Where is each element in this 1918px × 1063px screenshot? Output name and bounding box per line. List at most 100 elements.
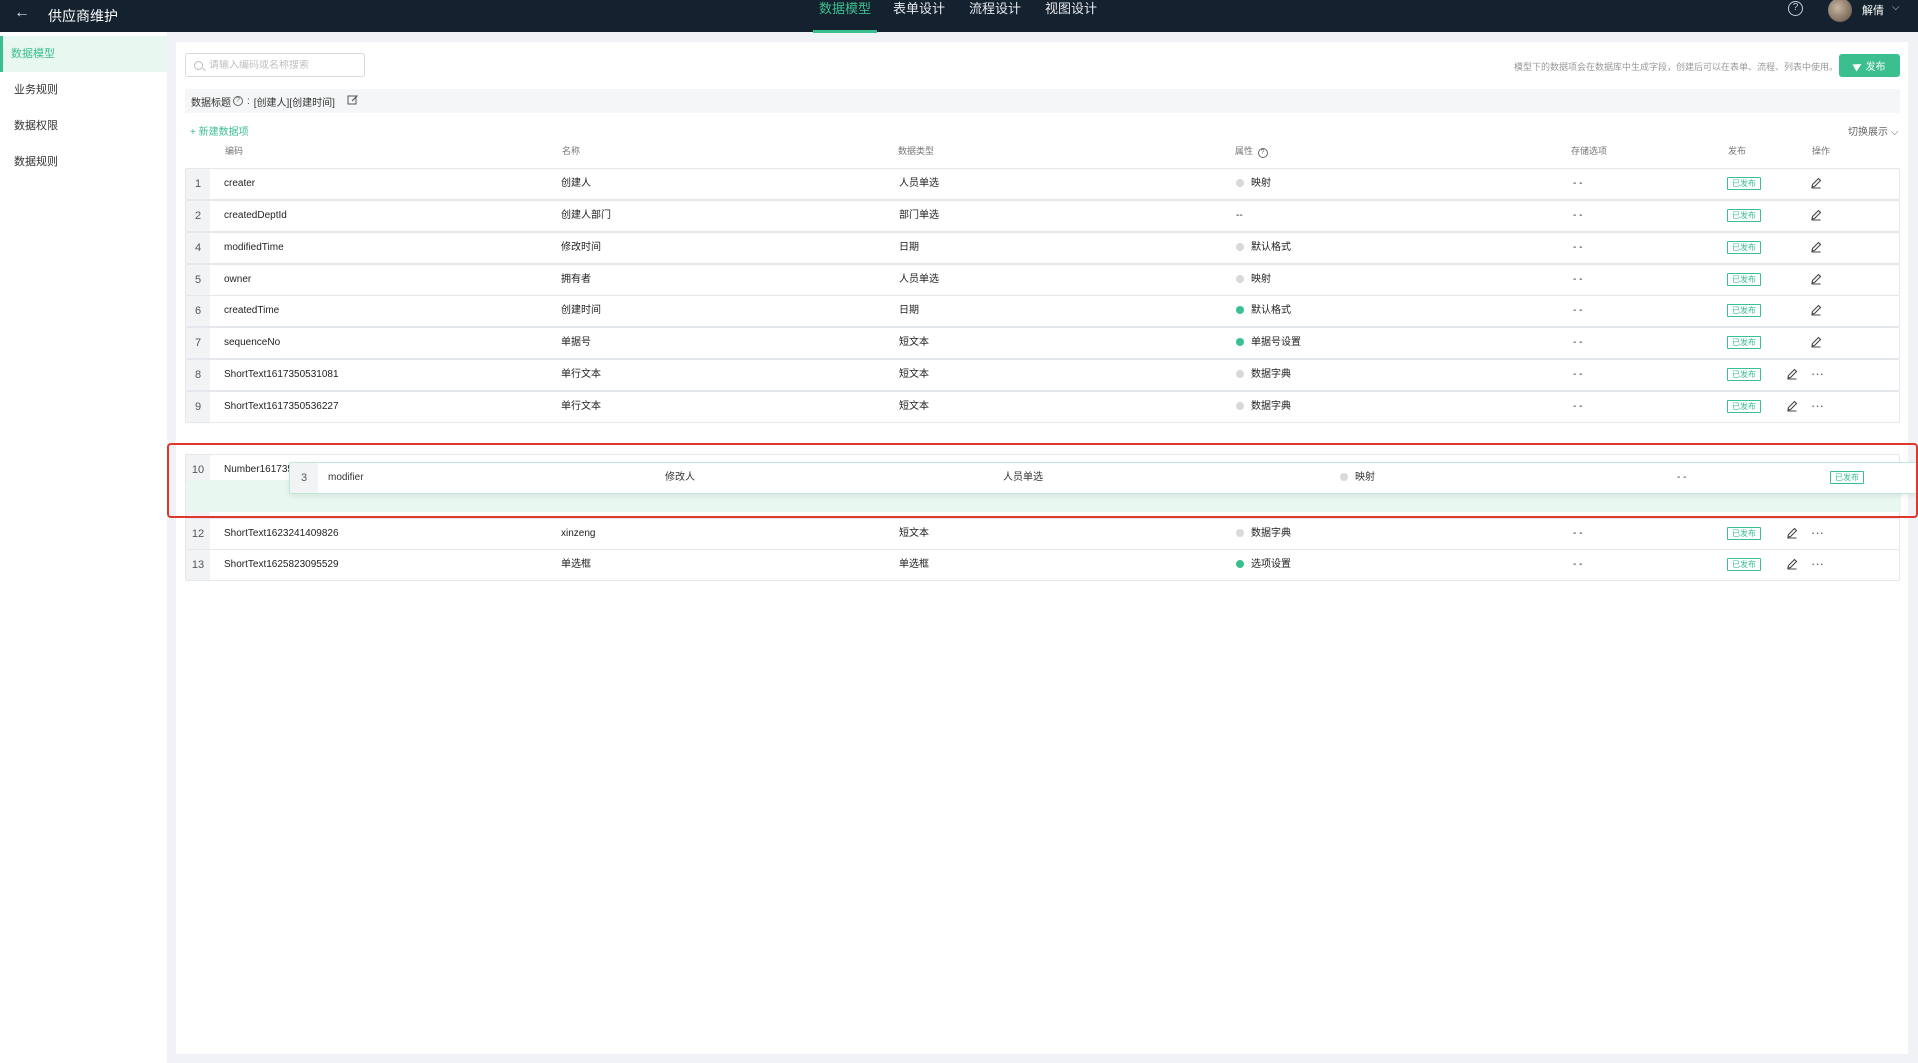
- data-title-label: 数据标题: [191, 97, 231, 109]
- row-code: owner: [224, 274, 252, 285]
- tab-view-design[interactable]: 视图设计: [1033, 1, 1109, 33]
- status-badge: 已发布: [1727, 335, 1761, 349]
- row-storage: - -: [1573, 528, 1583, 539]
- table-row[interactable]: 5 owner 拥有者 人员单选 映射 - - 已发布: [185, 264, 1900, 296]
- more-icon[interactable]: ···: [1811, 519, 1824, 547]
- row-storage: - -: [1573, 210, 1583, 221]
- tab-data-model[interactable]: 数据模型: [809, 1, 881, 33]
- status-dot: [1236, 243, 1244, 251]
- more-icon[interactable]: ···: [1811, 550, 1824, 578]
- sidebar: 数据模型 业务规则 数据权限 数据规则: [0, 32, 167, 1063]
- data-title-value: [创建人][创建时间]: [253, 97, 335, 109]
- row-storage: - -: [1573, 242, 1583, 253]
- tab-flow-design[interactable]: 流程设计: [957, 1, 1033, 33]
- row-code: ShortText1617350531081: [224, 369, 339, 380]
- help-icon[interactable]: ?: [1257, 148, 1268, 158]
- edit-icon[interactable]: [347, 94, 359, 109]
- row-name: 单选框: [561, 559, 591, 570]
- status-badge: 已发布: [1727, 557, 1761, 571]
- edit-icon[interactable]: [1810, 241, 1822, 253]
- data-title-colon: :: [247, 95, 250, 107]
- tab-form-design[interactable]: 表单设计: [881, 1, 957, 33]
- table-row[interactable]: 2 createdDeptId 创建人部门 部门单选 -- - - 已发布: [185, 200, 1900, 232]
- table-row[interactable]: 4 modifiedTime 修改时间 日期 默认格式 - - 已发布: [185, 232, 1900, 264]
- status-dot: [1236, 529, 1244, 537]
- username[interactable]: 解倩: [1862, 2, 1884, 18]
- edit-icon[interactable]: [1786, 368, 1798, 380]
- status-badge: 已发布: [1727, 176, 1761, 190]
- row-index: 4: [186, 233, 210, 263]
- row-index: 2: [186, 201, 210, 231]
- table-row[interactable]: 12 ShortText1623241409826 xinzeng 短文本 数据字典 - …: [185, 518, 1900, 550]
- table-row[interactable]: 1 creater 创建人 人员单选 映射 - - 已发布: [185, 168, 1900, 200]
- data-title-bar: 数据标题 ? : [创建人][创建时间]: [185, 89, 1900, 113]
- switch-view-dropdown[interactable]: 切换展示 ⌵: [1848, 123, 1898, 138]
- table-header: 编码 名称 数据类型 属性 ? 存储选项 发布 操作: [185, 144, 1900, 158]
- row-code: createdTime: [224, 305, 280, 316]
- chevron-down-icon[interactable]: ⌵: [1892, 2, 1900, 13]
- status-dot: [1236, 338, 1244, 346]
- row-name: 单行文本: [561, 401, 601, 412]
- status-dot: [1236, 275, 1244, 283]
- status-dot: [1236, 402, 1244, 410]
- row-storage: - -: [1573, 274, 1583, 285]
- more-icon[interactable]: ···: [1811, 360, 1824, 388]
- table-row[interactable]: 7 sequenceNo 单据号 短文本 单据号设置 - - 已发布: [185, 327, 1900, 359]
- edit-icon[interactable]: [1810, 209, 1822, 221]
- row-storage: - -: [1573, 337, 1583, 348]
- row-code: ShortText1625823095529: [224, 559, 339, 570]
- row-code: ShortText1623241409826: [224, 528, 339, 539]
- row-type: 单选框: [899, 559, 929, 570]
- sidebar-item-data-permission[interactable]: 数据权限: [0, 108, 167, 144]
- header-ops: 操作: [1812, 146, 1831, 156]
- new-data-item-button[interactable]: + 新建数据项: [190, 123, 249, 138]
- header-name: 名称: [562, 146, 581, 156]
- edit-icon[interactable]: [1810, 336, 1822, 348]
- row-publish: 已发布: [1727, 169, 1761, 199]
- sidebar-item-business-rules[interactable]: 业务规则: [0, 72, 167, 108]
- status-dot: [1236, 370, 1244, 378]
- row-publish: 已发布: [1727, 360, 1761, 390]
- row-attr: 单据号设置: [1236, 328, 1301, 358]
- help-icon[interactable]: ?: [233, 96, 243, 106]
- status-dot: [1236, 306, 1244, 314]
- row-attr: 选项设置: [1236, 550, 1291, 580]
- row-attr: 数据字典: [1236, 360, 1291, 390]
- edit-icon[interactable]: [1810, 304, 1822, 316]
- publish-button[interactable]: 发布: [1839, 54, 1900, 77]
- edit-icon[interactable]: [1786, 400, 1798, 412]
- table-row[interactable]: 8 ShortText1617350531081 单行文本 短文本 数据字典 - - 已发布…: [185, 359, 1900, 391]
- row-publish: 已发布: [1727, 519, 1761, 549]
- row-storage: - -: [1573, 401, 1583, 412]
- status-dot: [1236, 560, 1244, 568]
- row-publish: 已发布: [1727, 550, 1761, 580]
- table-row[interactable]: 6 createdTime 创建时间 日期 默认格式 - - 已发布: [185, 295, 1900, 327]
- edit-icon[interactable]: [1810, 177, 1822, 189]
- search-icon: [194, 60, 203, 70]
- more-icon[interactable]: ···: [1811, 392, 1824, 420]
- row-attr: 数据字典: [1236, 392, 1291, 422]
- row-attr: --: [1236, 210, 1243, 221]
- top-nav: 数据模型 表单设计 流程设计 视图设计: [0, 0, 1918, 33]
- status-badge: 已发布: [1727, 303, 1761, 317]
- edit-icon[interactable]: [1810, 273, 1822, 285]
- sidebar-item-data-model[interactable]: 数据模型: [0, 36, 167, 72]
- search-input[interactable]: [209, 59, 359, 71]
- row-index: 1: [186, 169, 210, 199]
- help-icon[interactable]: ?: [1788, 1, 1803, 16]
- row-attr: 映射: [1236, 169, 1271, 199]
- row-code: sequenceNo: [224, 337, 281, 348]
- status-dot: [1236, 179, 1244, 187]
- row-type: 短文本: [899, 337, 929, 348]
- row-name: 修改时间: [561, 242, 601, 253]
- status-badge: 已发布: [1727, 240, 1761, 254]
- row-index: 5: [186, 265, 210, 295]
- sidebar-item-data-rules[interactable]: 数据规则: [0, 144, 167, 180]
- edit-icon[interactable]: [1786, 527, 1798, 539]
- row-index: 6: [186, 296, 210, 326]
- header-code: 编码: [225, 146, 244, 156]
- table-row[interactable]: 9 ShortText1617350536227 单行文本 短文本 数据字典 - - 已发布…: [185, 391, 1900, 423]
- table-row[interactable]: 13 ShortText1625823095529 单选框 单选框 选项设置 - - 已发布…: [185, 549, 1900, 581]
- edit-icon[interactable]: [1786, 558, 1798, 570]
- status-badge: 已发布: [1727, 367, 1761, 381]
